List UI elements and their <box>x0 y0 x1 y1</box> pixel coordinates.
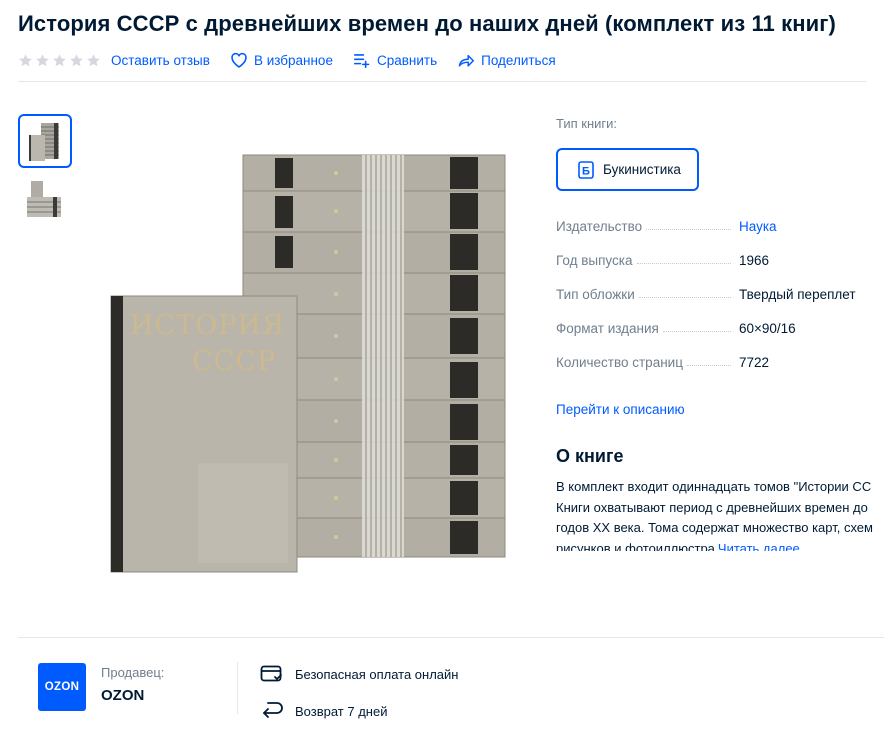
about-book-heading: О книге <box>556 446 624 466</box>
spec-leader-dots <box>636 263 731 264</box>
seller-name-link[interactable]: OZON <box>101 687 144 704</box>
spec-value: 7722 <box>739 355 770 370</box>
cover-title-line2: СССР <box>192 346 276 377</box>
gallery-thumbnail-2[interactable] <box>18 170 72 224</box>
spec-value: 60×90/16 <box>739 321 796 336</box>
book-set-alt-thumbnail-image <box>27 181 61 217</box>
about-line: В комплект входит одиннадцать томов "Ист… <box>556 479 872 494</box>
share-label: Поделиться <box>481 52 556 68</box>
star-icon <box>69 53 84 68</box>
star-icon <box>86 53 101 68</box>
about-line: Книги охватывают период с древнейших вре… <box>556 499 868 515</box>
spec-leader-dots <box>638 297 731 298</box>
spec-key: Издательство <box>556 219 643 234</box>
favorites-label: В избранное <box>253 52 333 68</box>
about-line: рисунков и фотоиллюстра <box>556 540 715 552</box>
spec-row-format: Формат издания 60×90/16 <box>556 318 884 336</box>
seller-label: Продавец: <box>101 665 165 680</box>
go-to-description-link[interactable]: Перейти к описанию <box>556 402 685 417</box>
header-divider <box>18 81 866 82</box>
spec-leader-dots <box>662 331 731 332</box>
spec-leader-dots <box>646 229 732 230</box>
read-more-link[interactable]: Читать далее <box>714 540 800 551</box>
book-set-thumbnail-image <box>29 123 59 161</box>
perk-return-label: Возврат 7 дней <box>295 703 388 719</box>
compare-list-icon <box>353 51 371 69</box>
book-type-option-antiquarian[interactable]: Б Букинистика <box>556 148 699 191</box>
product-actions: Оставить отзыв В избранное Сравнить Поде… <box>18 51 576 69</box>
main-product-image[interactable]: ИСТОРИЯ СССР <box>106 148 516 576</box>
share-button[interactable]: Поделиться <box>457 51 556 69</box>
spec-key: Формат издания <box>556 321 659 336</box>
product-title: История СССР с древнейших времен до наши… <box>18 11 836 36</box>
leave-review-link[interactable]: Оставить отзыв <box>111 53 210 68</box>
spec-value: Твердый переплет <box>739 287 856 302</box>
spec-row-year: Год выпуска 1966 <box>556 250 884 268</box>
about-book-text: В комплект входит одиннадцать томов "Ист… <box>556 477 884 551</box>
cover-title-line1: ИСТОРИЯ <box>130 310 285 341</box>
book-type-selected: Букинистика <box>603 162 681 177</box>
about-line-last: рисунков и фотоиллюстра Читать далее <box>556 539 884 552</box>
rating-stars[interactable] <box>18 53 101 68</box>
spec-value: 1966 <box>739 253 770 268</box>
compare-label: Сравнить <box>376 52 438 68</box>
seller-divider <box>18 637 884 638</box>
review-label: Оставить отзыв <box>111 52 210 68</box>
spec-row-cover-type: Тип обложки Твердый переплет <box>556 284 884 302</box>
book-letter-icon: Б <box>578 160 594 179</box>
gallery-thumbnail-1[interactable] <box>18 114 72 168</box>
seller-separator <box>237 662 238 714</box>
heart-icon <box>230 51 248 69</box>
add-to-favorites-button[interactable]: В избранное <box>230 51 333 69</box>
perk-safe-payment: Безопасная оплата онлайн <box>260 664 458 684</box>
star-icon <box>52 53 67 68</box>
about-line: годов XX века. Тома содержат множество к… <box>556 520 873 535</box>
share-arrow-icon <box>457 51 475 69</box>
perk-payment-label: Безопасная оплата онлайн <box>295 666 459 682</box>
spec-key: Тип обложки <box>556 287 635 302</box>
perk-return: Возврат 7 дней <box>260 701 387 721</box>
seller-logo[interactable]: OZON <box>38 663 86 711</box>
star-icon <box>35 53 50 68</box>
publisher-link[interactable]: Наука <box>739 219 777 234</box>
return-arrow-icon <box>260 701 284 721</box>
spec-row-publisher: Издательство Наука <box>556 216 884 234</box>
compare-button[interactable]: Сравнить <box>353 51 437 69</box>
spec-key: Количество страниц <box>556 355 683 370</box>
book-letter-glyph: Б <box>582 165 590 177</box>
book-type-label: Тип книги: <box>556 116 618 131</box>
spec-key: Год выпуска <box>556 253 633 268</box>
star-icon <box>18 53 33 68</box>
card-payment-icon <box>260 664 284 684</box>
spec-row-pages: Количество страниц 7722 <box>556 352 884 370</box>
spec-leader-dots <box>686 365 731 366</box>
front-book-cover: ИСТОРИЯ СССР <box>110 295 298 573</box>
